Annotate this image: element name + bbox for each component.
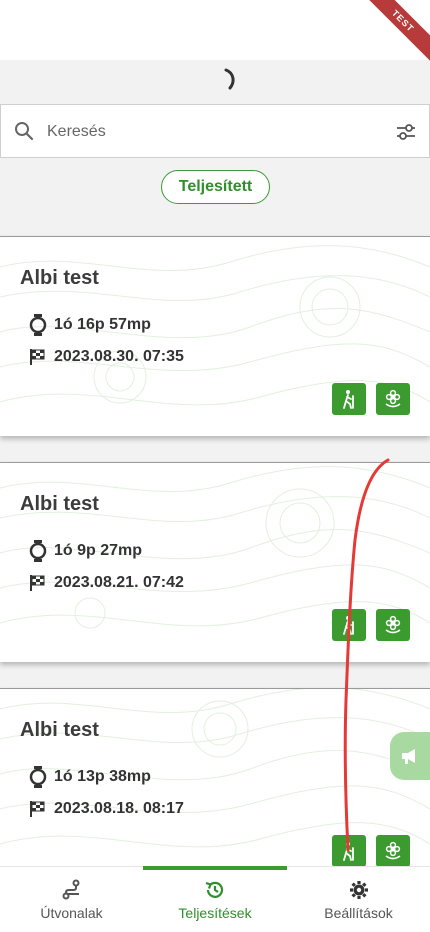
search-input[interactable] xyxy=(47,117,377,147)
checkered-flag-icon xyxy=(28,799,48,819)
top-bar: TEST xyxy=(0,0,430,67)
history-icon xyxy=(205,881,224,898)
card-title: Albi test xyxy=(20,719,99,741)
search-icon xyxy=(15,122,34,141)
nav-item-completions[interactable]: Teljesítések xyxy=(143,867,287,932)
nature-button[interactable] xyxy=(376,383,410,415)
hiking-icon xyxy=(343,842,354,861)
flower-icon xyxy=(385,615,401,634)
nature-button[interactable] xyxy=(376,835,410,867)
hiking-button[interactable] xyxy=(332,383,366,415)
flower-icon xyxy=(385,841,401,860)
nature-button[interactable] xyxy=(376,609,410,641)
hiking-button[interactable] xyxy=(332,835,366,867)
stopwatch-icon xyxy=(28,314,48,336)
stopwatch-icon xyxy=(28,540,48,562)
duration-row: 1ó 9p 27mp xyxy=(28,540,143,562)
gear-icon xyxy=(349,881,368,899)
nav-label-completions: Teljesítések xyxy=(178,905,252,921)
nav-label-settings: Beállítások xyxy=(324,905,393,921)
hiking-icon xyxy=(343,390,354,409)
finished-row: 2023.08.21. 07:42 xyxy=(28,573,184,593)
nav-item-settings[interactable]: Beállítások xyxy=(287,867,430,932)
card-title: Albi test xyxy=(20,267,99,289)
activity-card[interactable]: Albi test 1ó 9p 27mp 2023.08.21. 07:42 xyxy=(0,462,430,662)
activity-card[interactable]: Albi test 1ó 16p 57mp 2023.08.30. 07:35 xyxy=(0,236,430,436)
duration-text: 1ó 16p 57mp xyxy=(54,316,151,333)
hiking-icon xyxy=(343,616,354,635)
filter-settings-icon[interactable] xyxy=(395,121,417,143)
finished-row: 2023.08.18. 08:17 xyxy=(28,799,184,819)
duration-row: 1ó 16p 57mp xyxy=(28,314,151,336)
duration-text: 1ó 13p 38mp xyxy=(54,768,151,785)
finished-date-text: 2023.08.30. 07:35 xyxy=(54,348,184,365)
test-ribbon: TEST xyxy=(357,0,430,67)
duration-text: 1ó 9p 27mp xyxy=(54,542,143,559)
feedback-button[interactable] xyxy=(390,732,430,780)
finished-date-text: 2023.08.21. 07:42 xyxy=(54,574,184,591)
nav-item-routes[interactable]: Útvonalak xyxy=(0,867,143,932)
route-icon xyxy=(62,879,79,900)
stopwatch-icon xyxy=(28,766,48,788)
flower-icon xyxy=(385,389,401,408)
search-bar xyxy=(0,104,430,158)
loading-spinner xyxy=(224,68,235,90)
duration-row: 1ó 13p 38mp xyxy=(28,766,151,788)
bottom-navigation: Útvonalak Teljesítések Beállítások xyxy=(0,866,430,932)
finished-row: 2023.08.30. 07:35 xyxy=(28,347,184,367)
nav-label-routes: Útvonalak xyxy=(40,905,103,921)
checkered-flag-icon xyxy=(28,573,48,593)
activity-card[interactable]: Albi test 1ó 13p 38mp 2023.08.18. 08:17 xyxy=(0,688,430,888)
hiking-button[interactable] xyxy=(332,609,366,641)
megaphone-icon xyxy=(402,749,415,764)
checkered-flag-icon xyxy=(28,347,48,367)
card-title: Albi test xyxy=(20,493,99,515)
finished-date-text: 2023.08.18. 08:17 xyxy=(54,800,184,817)
active-tab-indicator xyxy=(143,866,287,870)
completed-filter-chip[interactable]: Teljesített xyxy=(161,170,270,204)
